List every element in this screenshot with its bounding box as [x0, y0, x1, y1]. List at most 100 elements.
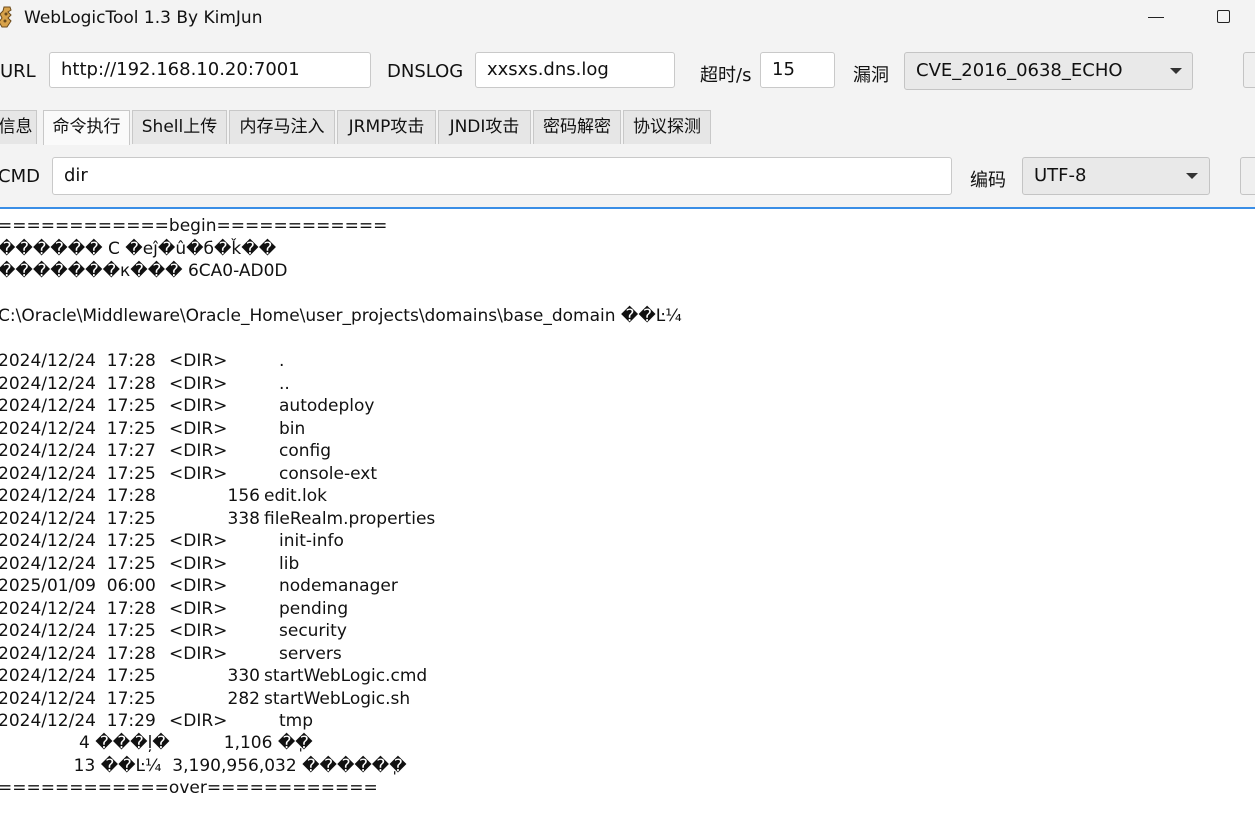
entry-type: <DIR> — [169, 576, 228, 596]
entry-date: 2025/01/09 06:00 — [0, 576, 156, 596]
timeout-input[interactable]: 15 — [760, 52, 835, 88]
entry-name: servers — [279, 643, 342, 664]
entry-name: init-info — [279, 531, 344, 551]
timeout-label: 超时/s — [700, 65, 752, 86]
entry-date: 2024/12/24 17:25 — [0, 418, 156, 439]
url-label: URL — [0, 61, 36, 82]
cmd-label: CMD — [0, 166, 40, 187]
entry-type: <DIR> — [169, 711, 228, 731]
dir-entry-row: 2024/12/24 17:28 <DIR>.. — [0, 373, 598, 395]
output-serial-line: �������к��� 6CA0-AD0D — [0, 261, 288, 281]
entry-type: <DIR> — [169, 463, 228, 484]
dir-entry-row: 2024/12/24 17:28 156 edit.lok — [0, 485, 598, 507]
dir-entry-row: 2024/12/24 17:25 <DIR> bin — [0, 418, 598, 440]
url-input[interactable]: http://192.168.10.20:7001 — [49, 52, 371, 88]
dir-entry-row: 2024/12/24 17:25 <DIR> console-ext — [0, 463, 598, 485]
tab-command-exec[interactable]: 命令执行 — [43, 110, 130, 145]
output-begin-marker: ============begin============ — [0, 216, 388, 236]
encoding-selected-value: UTF-8 — [1034, 165, 1087, 186]
entry-date: 2024/12/24 17:25 — [0, 508, 156, 529]
entry-date: 2024/12/24 17:28 — [0, 486, 156, 506]
tab-jrmp-attack[interactable]: JRMP攻击 — [337, 110, 436, 144]
dir-entry-row: 2024/12/24 17:28 <DIR>. — [0, 350, 598, 372]
entry-type: <DIR> — [169, 643, 228, 664]
entry-date: 2024/12/24 17:25 — [0, 396, 156, 416]
vuln-select[interactable]: CVE_2016_0638_ECHO — [904, 52, 1193, 90]
entry-date: 2024/12/24 17:25 — [0, 531, 156, 551]
chevron-down-icon — [1170, 68, 1182, 74]
dir-entry-row: 2024/12/24 17:29 <DIR> tmp — [0, 710, 598, 732]
entry-name: config — [279, 441, 332, 461]
entry-type: <DIR> — [169, 441, 228, 461]
app-logo-icon — [0, 6, 12, 28]
toolbar-action-button[interactable] — [1243, 52, 1255, 88]
command-output-area[interactable]: ============begin============ ������ C �… — [0, 207, 1255, 840]
vuln-label: 漏洞 — [853, 65, 889, 86]
dir-entry-row: 2024/12/24 17:27 <DIR> config — [0, 440, 598, 462]
vuln-selected-value: CVE_2016_0638_ECHO — [916, 60, 1123, 81]
entry-date: 2024/12/24 17:28 — [0, 351, 156, 371]
entry-date: 2024/12/24 17:25 — [0, 621, 156, 641]
entry-date: 2024/12/24 17:28 — [0, 373, 156, 394]
entry-date: 2024/12/24 17:28 — [0, 598, 156, 619]
execute-button[interactable] — [1240, 157, 1255, 195]
entry-type: <DIR> — [169, 418, 228, 439]
entry-name: security — [279, 621, 347, 641]
cmd-input[interactable]: dir — [52, 157, 952, 195]
dir-entry-row: 2024/12/24 17:25 <DIR> lib — [0, 553, 598, 575]
entry-type: <DIR> — [169, 621, 228, 641]
dir-entry-row: 2025/01/09 06:00 <DIR> nodemanager — [0, 575, 598, 597]
tab-jndi-attack[interactable]: JNDI攻击 — [438, 110, 531, 144]
output-volume-line: ������ C �еĵ�û�б�ǩ�� — [0, 239, 277, 259]
dir-entry-row: 2024/12/24 17:28 <DIR> pending — [0, 598, 598, 620]
entry-date: 2024/12/24 17:25 — [0, 666, 156, 686]
entry-type: <DIR> — [169, 396, 228, 416]
entry-date: 2024/12/24 17:27 — [0, 441, 156, 461]
encoding-select[interactable]: UTF-8 — [1022, 157, 1210, 195]
output-over-marker: ============over============ — [0, 778, 378, 798]
dnslog-label: DNSLOG — [387, 61, 464, 82]
entry-size: 330 — [227, 666, 260, 686]
entry-name: bin — [279, 418, 306, 439]
dir-entry-row: 2024/12/24 17:25 <DIR> autodeploy — [0, 395, 598, 417]
tab-memshell-inject[interactable]: 内存马注入 — [229, 110, 335, 144]
dir-entry-row: 2024/12/24 17:25 <DIR> init-info — [0, 530, 598, 552]
entry-name: startWebLogic.cmd — [264, 666, 428, 686]
entry-name: autodeploy — [279, 396, 375, 416]
entry-date: 2024/12/24 17:25 — [0, 688, 156, 709]
entry-name: . — [279, 351, 285, 371]
entry-type: <DIR> — [169, 373, 228, 394]
dir-entry-row: 2024/12/24 17:28 <DIR> servers — [0, 643, 598, 665]
title-bar: WebLogicTool 1.3 By KimJun — [0, 0, 1255, 38]
tab-info[interactable]: 信息 — [0, 110, 37, 144]
entry-size: 338 — [227, 508, 260, 529]
maximize-icon[interactable] — [1217, 10, 1230, 23]
dnslog-input[interactable]: xxsxs.dns.log — [475, 52, 675, 88]
tab-shell-upload[interactable]: Shell上传 — [132, 110, 227, 144]
output-file-summary: 4 ���ļ� 1,106 �ֽ� — [0, 733, 313, 753]
window-title: WebLogicTool 1.3 By KimJun — [24, 8, 263, 28]
entry-name: console-ext — [279, 463, 377, 484]
entry-type: <DIR> — [169, 531, 228, 551]
entry-name: fileRealm.properties — [264, 508, 436, 529]
tab-password-decrypt[interactable]: 密码解密 — [533, 110, 621, 144]
output-directory-header: C:\Oracle\Middleware\Oracle_Home\user_pr… — [0, 306, 682, 326]
entry-name: .. — [279, 373, 290, 394]
tab-bar: 信息 命令执行 Shell上传 内存马注入 JRMP攻击 JNDI攻击 密码解密… — [0, 110, 1255, 145]
tab-protocol-detect[interactable]: 协议探测 — [623, 110, 711, 144]
output-dir-summary: 13 ��Ŀ¼ 3,190,956,032 �����ֽ� — [0, 756, 407, 776]
entry-type: <DIR> — [169, 598, 228, 619]
entry-name: edit.lok — [264, 486, 328, 506]
dir-entry-row: 2024/12/24 17:25 330 startWebLogic.cmd — [0, 665, 598, 687]
dir-entry-row: 2024/12/24 17:25 338 fileRealm.properties — [0, 508, 598, 530]
entry-name: lib — [279, 553, 300, 574]
entry-date: 2024/12/24 17:25 — [0, 463, 156, 484]
entry-date: 2024/12/24 17:29 — [0, 711, 156, 731]
entry-size: 156 — [227, 486, 260, 506]
entry-type: <DIR> — [169, 553, 228, 574]
entry-name: nodemanager — [279, 576, 398, 596]
entry-type: <DIR> — [169, 351, 228, 371]
entry-name: pending — [279, 598, 349, 619]
minimize-icon[interactable] — [1148, 17, 1164, 18]
encoding-label: 编码 — [970, 170, 1006, 191]
